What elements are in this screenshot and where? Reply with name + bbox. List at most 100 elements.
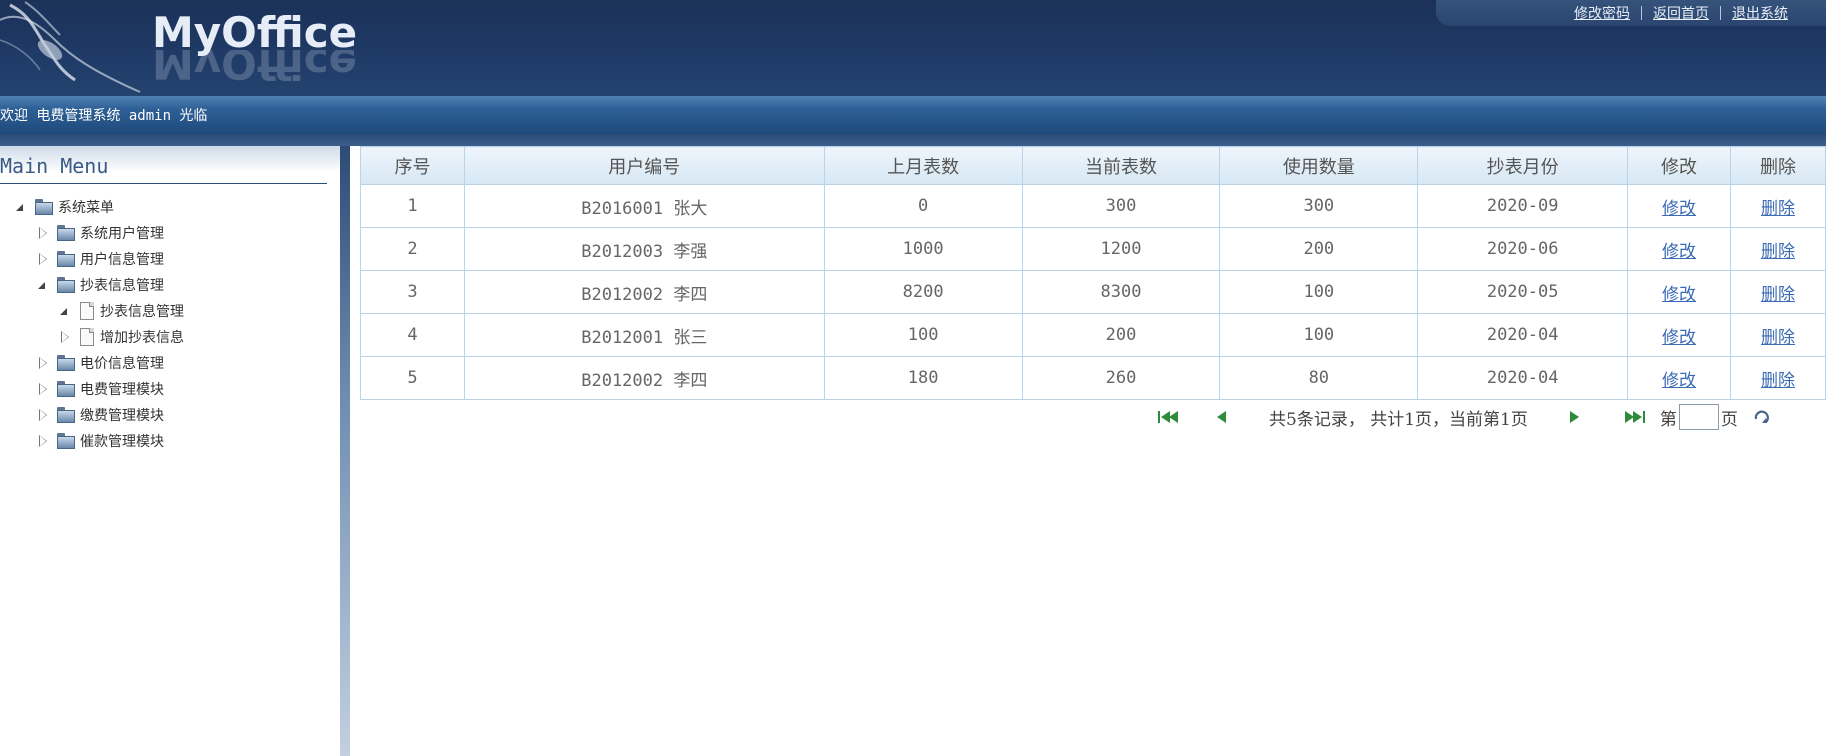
tree-node-label: 抄表信息管理 [100,304,184,320]
delete-link[interactable]: 删除 [1761,242,1795,262]
expanded-arrow-icon[interactable] [14,201,26,213]
welcome-bar: 欢迎 电费管理系统 admin 光临 [0,96,1826,134]
next-page-icon[interactable] [1568,410,1582,424]
main-content: 序号 用户编号 上月表数 当前表数 使用数量 抄表月份 修改 删除 1 B201… [360,146,1826,756]
edit-link[interactable]: 修改 [1662,371,1696,391]
cell-current-reading: 300 [1021,184,1221,228]
menu-divider [0,183,327,184]
welcome-text: 欢迎 电费管理系统 admin 光临 [0,108,208,124]
delete-link[interactable]: 删除 [1761,199,1795,219]
cell-last-reading: 1000 [823,227,1023,271]
tree-node-label: 用户信息管理 [80,252,164,268]
sidebar-splitter[interactable] [340,146,350,756]
col-header-last-reading: 上月表数 [823,146,1023,185]
top-links: 修改密码 返回首页 退出系统 [1436,0,1826,26]
tree-node-fee-mgmt[interactable]: 电费管理模块 [36,376,164,402]
col-header-current-reading: 当前表数 [1021,146,1221,185]
tree-node-system-menu[interactable]: 系统菜单 [14,194,114,220]
page-number-input[interactable] [1678,404,1719,430]
expanded-arrow-icon[interactable] [58,305,70,317]
cell-user-id: B2012003 李强 [463,227,825,271]
folder-icon [56,224,76,242]
prev-page-icon[interactable] [1215,410,1229,424]
cell-user-id: B2016001 张大 [463,184,825,228]
tree-node-system-user-mgmt[interactable]: 系统用户管理 [36,220,164,246]
cell-usage: 200 [1219,227,1419,271]
col-header-month: 抄表月份 [1417,146,1629,185]
go-page-icon[interactable] [1752,407,1772,427]
cell-usage: 300 [1219,184,1419,228]
cell-month: 2020-05 [1417,270,1629,314]
folder-icon [34,198,54,216]
cell-user-id: B2012002 李四 [463,270,825,314]
cell-delete: 删除 [1730,356,1826,400]
table-row: 5 B2012002 李四 180 260 80 2020-04 修改 删除 [360,356,1826,400]
link-separator [1720,6,1721,20]
col-header-delete: 删除 [1730,146,1826,185]
col-header-index: 序号 [360,146,465,185]
cell-delete: 删除 [1730,184,1826,228]
cell-delete: 删除 [1730,270,1826,314]
cell-user-id: B2012001 张三 [463,313,825,357]
tree-node-user-info-mgmt[interactable]: 用户信息管理 [36,246,164,272]
tree-node-label: 系统用户管理 [80,226,164,242]
change-password-link[interactable]: 修改密码 [1574,3,1630,23]
logout-link[interactable]: 退出系统 [1732,3,1788,23]
cell-edit: 修改 [1627,356,1732,400]
pager: 共5条记录， 共计1页，当前第1页 第 页 [1155,402,1826,432]
cell-current-reading: 260 [1021,356,1221,400]
cell-edit: 修改 [1627,313,1732,357]
edit-link[interactable]: 修改 [1662,242,1696,262]
edit-link[interactable]: 修改 [1662,328,1696,348]
tree-node-label: 缴费管理模块 [80,408,164,424]
meter-reading-table: 序号 用户编号 上月表数 当前表数 使用数量 抄表月份 修改 删除 1 B201… [360,146,1826,400]
collapsed-arrow-icon[interactable] [36,435,48,447]
tree-node-payment-mgmt[interactable]: 缴费管理模块 [36,402,164,428]
expanded-arrow-icon[interactable] [36,279,48,291]
delete-link[interactable]: 删除 [1761,285,1795,305]
first-page-icon[interactable] [1155,410,1185,424]
cell-index: 3 [360,270,465,314]
document-icon [78,301,96,321]
collapsed-arrow-icon[interactable] [36,357,48,369]
tree-node-meter-reading-mgmt[interactable]: 抄表信息管理 [36,272,164,298]
menu-header: Main Menu [0,146,340,184]
tree-node-price-info-mgmt[interactable]: 电价信息管理 [36,350,164,376]
collapsed-arrow-icon[interactable] [36,383,48,395]
table-row: 1 B2016001 张大 0 300 300 2020-09 修改 删除 [360,184,1826,228]
cell-last-reading: 8200 [823,270,1023,314]
folder-icon [56,354,76,372]
cell-index: 1 [360,184,465,228]
delete-link[interactable]: 删除 [1761,328,1795,348]
app-header: MyOffice MyOffice 修改密码 返回首页 退出系统 [0,0,1826,96]
home-link[interactable]: 返回首页 [1653,3,1709,23]
cell-edit: 修改 [1627,270,1732,314]
cell-usage: 100 [1219,270,1419,314]
delete-link[interactable]: 删除 [1761,371,1795,391]
page-suffix: 页 [1720,409,1738,430]
tree-node-label: 电费管理模块 [80,382,164,398]
cell-index: 4 [360,313,465,357]
tree-node-add-meter-reading[interactable]: 增加抄表信息 [58,324,184,350]
header-sub-strip [0,134,1826,146]
tree-node-meter-reading-list[interactable]: 抄表信息管理 [58,298,184,324]
document-icon [78,327,96,347]
collapsed-arrow-icon[interactable] [36,227,48,239]
table-header-row: 序号 用户编号 上月表数 当前表数 使用数量 抄表月份 修改 删除 [360,146,1826,185]
collapsed-arrow-icon[interactable] [58,331,70,343]
cell-month: 2020-09 [1417,184,1629,228]
collapsed-arrow-icon[interactable] [36,409,48,421]
folder-icon [56,380,76,398]
logo-bird-graphic [0,1,141,93]
folder-icon [56,250,76,268]
last-page-icon[interactable] [1622,410,1652,424]
cell-delete: 删除 [1730,313,1826,357]
cell-usage: 80 [1219,356,1419,400]
collapsed-arrow-icon[interactable] [36,253,48,265]
menu-title: Main Menu [0,154,109,178]
edit-link[interactable]: 修改 [1662,199,1696,219]
tree-node-dunning-mgmt[interactable]: 催款管理模块 [36,428,164,454]
edit-link[interactable]: 修改 [1662,285,1696,305]
cell-month: 2020-06 [1417,227,1629,271]
cell-current-reading: 1200 [1021,227,1221,271]
